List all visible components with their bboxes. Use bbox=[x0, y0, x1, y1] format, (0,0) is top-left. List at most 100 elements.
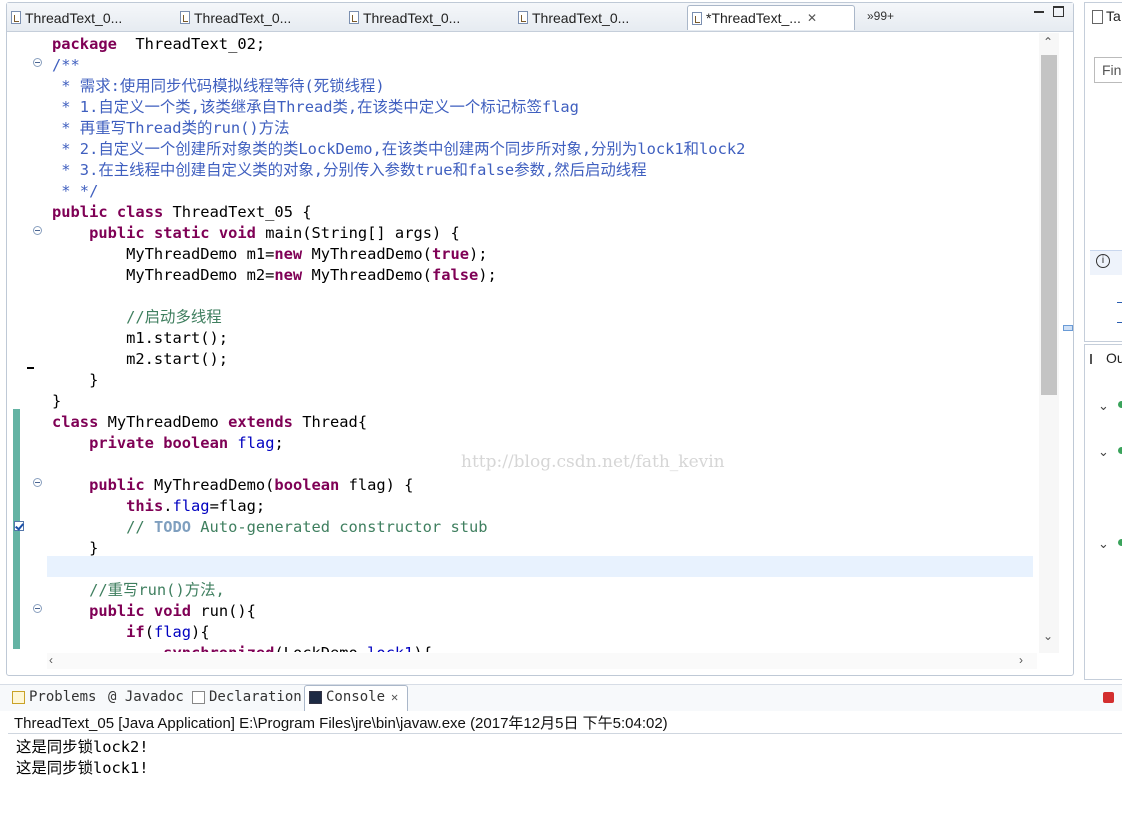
divider bbox=[8, 733, 1122, 734]
code-token: flag) { bbox=[339, 476, 414, 494]
problems-icon bbox=[12, 690, 25, 704]
java-file-icon bbox=[11, 11, 21, 24]
code-token: /** bbox=[52, 56, 80, 74]
code-line: synchronized(LockDemo.lock1){ bbox=[52, 643, 432, 652]
editor-tab-active[interactable]: *ThreadText_... ✕ bbox=[687, 5, 855, 30]
fold-toggle-icon[interactable] bbox=[33, 478, 42, 487]
tab-console-label: Console bbox=[326, 689, 386, 705]
code-token: TODO bbox=[153, 518, 192, 536]
watermark: http://blog.csdn.net/fath_kevin bbox=[461, 452, 725, 472]
task-list-tab[interactable]: Ta bbox=[1092, 8, 1121, 25]
scroll-down-icon[interactable]: ⌄ bbox=[1043, 629, 1053, 643]
code-token: =flag; bbox=[209, 497, 266, 515]
scrollbar-thumb[interactable] bbox=[1041, 55, 1057, 395]
code-token: * 2.自定义一个创建所对象类的类LockDemo,在该类中创建两个同步所对象,… bbox=[52, 140, 746, 158]
code-editor[interactable]: package ThreadText_02;/** * 需求:使用同步代码模拟线… bbox=[47, 32, 1037, 652]
java-file-icon bbox=[180, 11, 190, 24]
close-icon[interactable]: ✕ bbox=[391, 690, 398, 704]
code-line: * 再重写Thread类的run()方法 bbox=[52, 118, 289, 139]
close-icon[interactable]: ✕ bbox=[807, 11, 817, 25]
code-token: ThreadText_05 { bbox=[163, 203, 312, 221]
chevron-down-icon[interactable]: ⌄ bbox=[1098, 444, 1109, 460]
scroll-up-icon[interactable]: ⌃ bbox=[1043, 35, 1053, 49]
info-link[interactable] bbox=[1117, 308, 1122, 323]
fold-toggle-icon[interactable] bbox=[33, 226, 42, 235]
find-placeholder: Fin bbox=[1102, 62, 1122, 78]
code-token: * 3.在主线程中创建自定义类的对象,分别传入参数true和false参数,然后… bbox=[52, 161, 647, 179]
editor-tab-2[interactable]: ThreadText_0... bbox=[180, 5, 340, 30]
code-token: public bbox=[89, 476, 145, 494]
code-line: //启动多线程 bbox=[52, 307, 222, 328]
tab-problems[interactable]: Problems bbox=[12, 689, 96, 705]
current-line-highlight bbox=[47, 556, 1033, 577]
code-token: boolean bbox=[163, 434, 229, 452]
code-token: public bbox=[89, 602, 145, 620]
class-icon bbox=[1118, 447, 1122, 454]
outline-icon bbox=[1090, 354, 1102, 365]
minimize-icon[interactable] bbox=[1034, 11, 1044, 13]
java-file-icon bbox=[692, 11, 702, 25]
tab-console[interactable]: Console ✕ bbox=[309, 689, 398, 705]
code-token: static bbox=[153, 224, 210, 242]
code-token: run(){ bbox=[191, 602, 256, 620]
find-input[interactable]: Fin bbox=[1094, 57, 1122, 83]
task-marker-icon[interactable] bbox=[14, 521, 24, 531]
tab-javadoc[interactable]: @ Javadoc bbox=[108, 689, 184, 705]
scroll-left-icon[interactable]: ‹ bbox=[49, 653, 53, 667]
code-token: ){ bbox=[191, 623, 210, 641]
class-icon bbox=[1118, 401, 1122, 408]
code-line: } bbox=[52, 538, 98, 559]
code-token: MyThreadDemo bbox=[98, 413, 229, 431]
horizontal-scrollbar[interactable] bbox=[47, 653, 1037, 669]
code-line: * 3.在主线程中创建自定义类的对象,分别传入参数true和false参数,然后… bbox=[52, 160, 647, 181]
code-token: * */ bbox=[52, 182, 99, 200]
fold-toggle-icon[interactable] bbox=[33, 604, 42, 613]
info-link[interactable] bbox=[1117, 288, 1122, 303]
code-line: if(flag){ bbox=[52, 622, 210, 643]
scroll-right-icon[interactable]: › bbox=[1019, 653, 1023, 667]
outline-tab[interactable]: Ou bbox=[1090, 350, 1122, 366]
task-list-icon bbox=[1092, 10, 1103, 25]
code-token: new bbox=[274, 245, 303, 263]
fold-toggle-icon[interactable] bbox=[33, 58, 42, 67]
editor-tab-label: ThreadText_0... bbox=[194, 9, 292, 26]
declaration-icon bbox=[192, 690, 205, 704]
chevron-down-icon[interactable]: ⌄ bbox=[1098, 536, 1109, 552]
terminate-icon[interactable] bbox=[1103, 692, 1114, 703]
editor-tab-3[interactable]: ThreadText_0... bbox=[349, 5, 509, 30]
info-banner: i bbox=[1090, 250, 1122, 275]
editor-tab-1[interactable]: ThreadText_0... bbox=[11, 5, 171, 30]
editor-tab-label: ThreadText_0... bbox=[363, 9, 461, 26]
code-token: MyThreadDemo( bbox=[302, 266, 432, 284]
code-token: void bbox=[218, 224, 256, 242]
code-line: package ThreadText_02; bbox=[52, 34, 265, 55]
chevron-down-icon[interactable]: ⌄ bbox=[1098, 398, 1109, 414]
tab-javadoc-label: @ Javadoc bbox=[108, 689, 184, 705]
code-token: ( bbox=[144, 623, 154, 641]
maximize-icon[interactable] bbox=[1053, 6, 1064, 17]
code-token: class bbox=[52, 413, 99, 431]
code-token: this bbox=[126, 497, 164, 515]
editor-tab-4[interactable]: ThreadText_0... bbox=[518, 5, 678, 30]
code-token: flag bbox=[153, 623, 192, 641]
code-line: m2.start(); bbox=[52, 349, 228, 370]
console-output-line: 这是同步锁lock2! bbox=[16, 738, 149, 756]
task-list-label: Ta bbox=[1106, 8, 1121, 24]
overview-ruler-marker[interactable] bbox=[1063, 325, 1073, 331]
code-token: ); bbox=[469, 245, 488, 263]
code-token: Thread{ bbox=[292, 413, 368, 431]
tab-overflow-button[interactable]: »99+ bbox=[867, 9, 894, 23]
code-line: public MyThreadDemo(boolean flag) { bbox=[52, 475, 413, 496]
tab-declaration[interactable]: Declaration bbox=[192, 689, 302, 705]
code-token: * 需求:使用同步代码模拟线程等待(死锁线程) bbox=[52, 77, 385, 95]
code-token: synchronized bbox=[163, 644, 274, 652]
code-line: /** bbox=[52, 55, 80, 76]
code-token: } bbox=[52, 539, 99, 557]
